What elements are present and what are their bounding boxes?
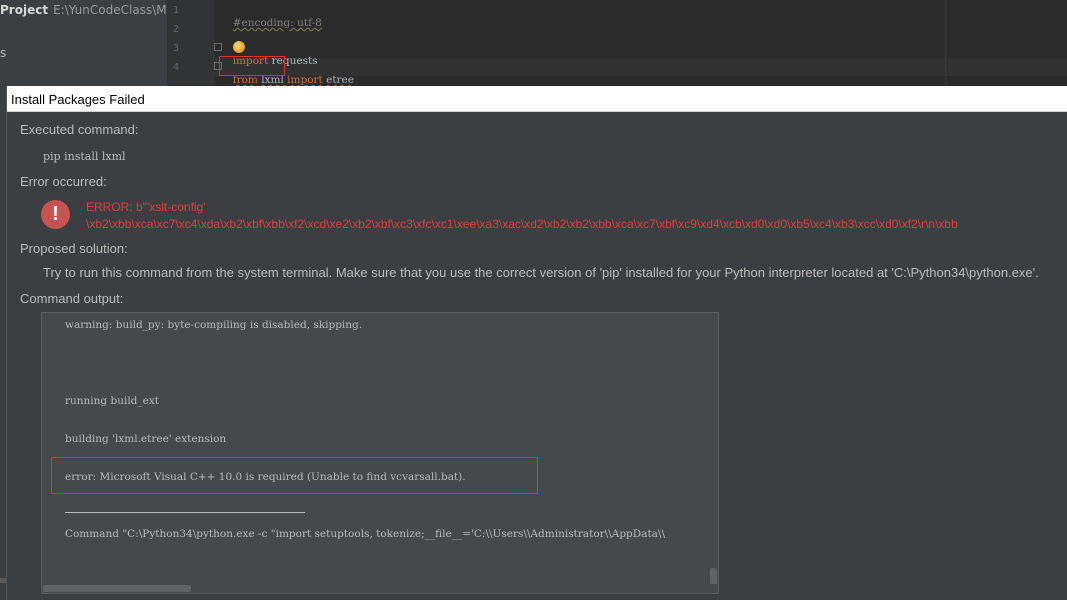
output-line-building: building 'lxml.etree' extension xyxy=(65,433,227,445)
project-tool-window: Project E:\YunCodeClass\Mul s xyxy=(0,0,178,86)
right-margin-guide xyxy=(945,0,946,86)
error-highlight-box xyxy=(51,457,538,494)
error-message-line-1: ERROR: b"'xslt-config' xyxy=(86,200,206,214)
import-keyword: import xyxy=(287,74,323,86)
executed-command-label: Executed command: xyxy=(20,122,139,137)
line-number: 3 xyxy=(173,43,180,54)
error-message-line-2: \xb2\xbb\xca\xc7\xc4\xda\xb2\xbf\xbb\xf2… xyxy=(86,217,958,231)
horizontal-scrollbar-track[interactable] xyxy=(42,584,718,593)
project-header[interactable]: Project E:\YunCodeClass\Mul xyxy=(0,3,178,17)
error-occurred-label: Error occurred: xyxy=(20,174,107,189)
output-line-running: running build_ext xyxy=(65,395,160,407)
error-icon: ! xyxy=(41,200,70,229)
proposed-solution-text: Try to run this command from the system … xyxy=(43,265,1039,280)
project-tree-item[interactable]: s xyxy=(0,46,6,60)
dialog-title: Install Packages Failed xyxy=(11,92,145,107)
dialog-titlebar[interactable]: Install Packages Failed xyxy=(7,86,1067,112)
output-line-command: Command "C:\Python34\python.exe -c "impo… xyxy=(65,528,665,540)
command-output-panel[interactable]: warning: build_py: byte-compiling is dis… xyxy=(41,312,719,594)
lightbulb-icon[interactable] xyxy=(233,41,245,53)
etree-name: etree xyxy=(322,74,354,86)
horizontal-scrollbar[interactable] xyxy=(43,585,191,592)
line-number-gutter: 1 2 3 4 xyxy=(167,0,215,86)
output-line-warning: warning: build_py: byte-compiling is dis… xyxy=(65,319,363,331)
annotation-highlight-box xyxy=(219,56,285,76)
proposed-solution-label: Proposed solution: xyxy=(20,241,128,256)
line-number: 4 xyxy=(173,62,180,73)
fold-icon[interactable] xyxy=(214,43,222,51)
install-packages-failed-dialog: Install Packages Failed Executed command… xyxy=(6,86,1067,600)
line-number: 2 xyxy=(173,24,180,35)
executed-command-text: pip install lxml xyxy=(43,150,126,163)
project-path: E:\YunCodeClass\Mul xyxy=(53,3,178,17)
line-number: 1 xyxy=(173,5,180,16)
code-line-1[interactable]: #encoding: utf-8 xyxy=(226,5,322,29)
encoding-comment: #encoding: utf-8 xyxy=(232,17,322,29)
output-separator xyxy=(65,512,305,513)
project-label: Project xyxy=(0,3,49,17)
command-output-label: Command output: xyxy=(20,291,124,306)
